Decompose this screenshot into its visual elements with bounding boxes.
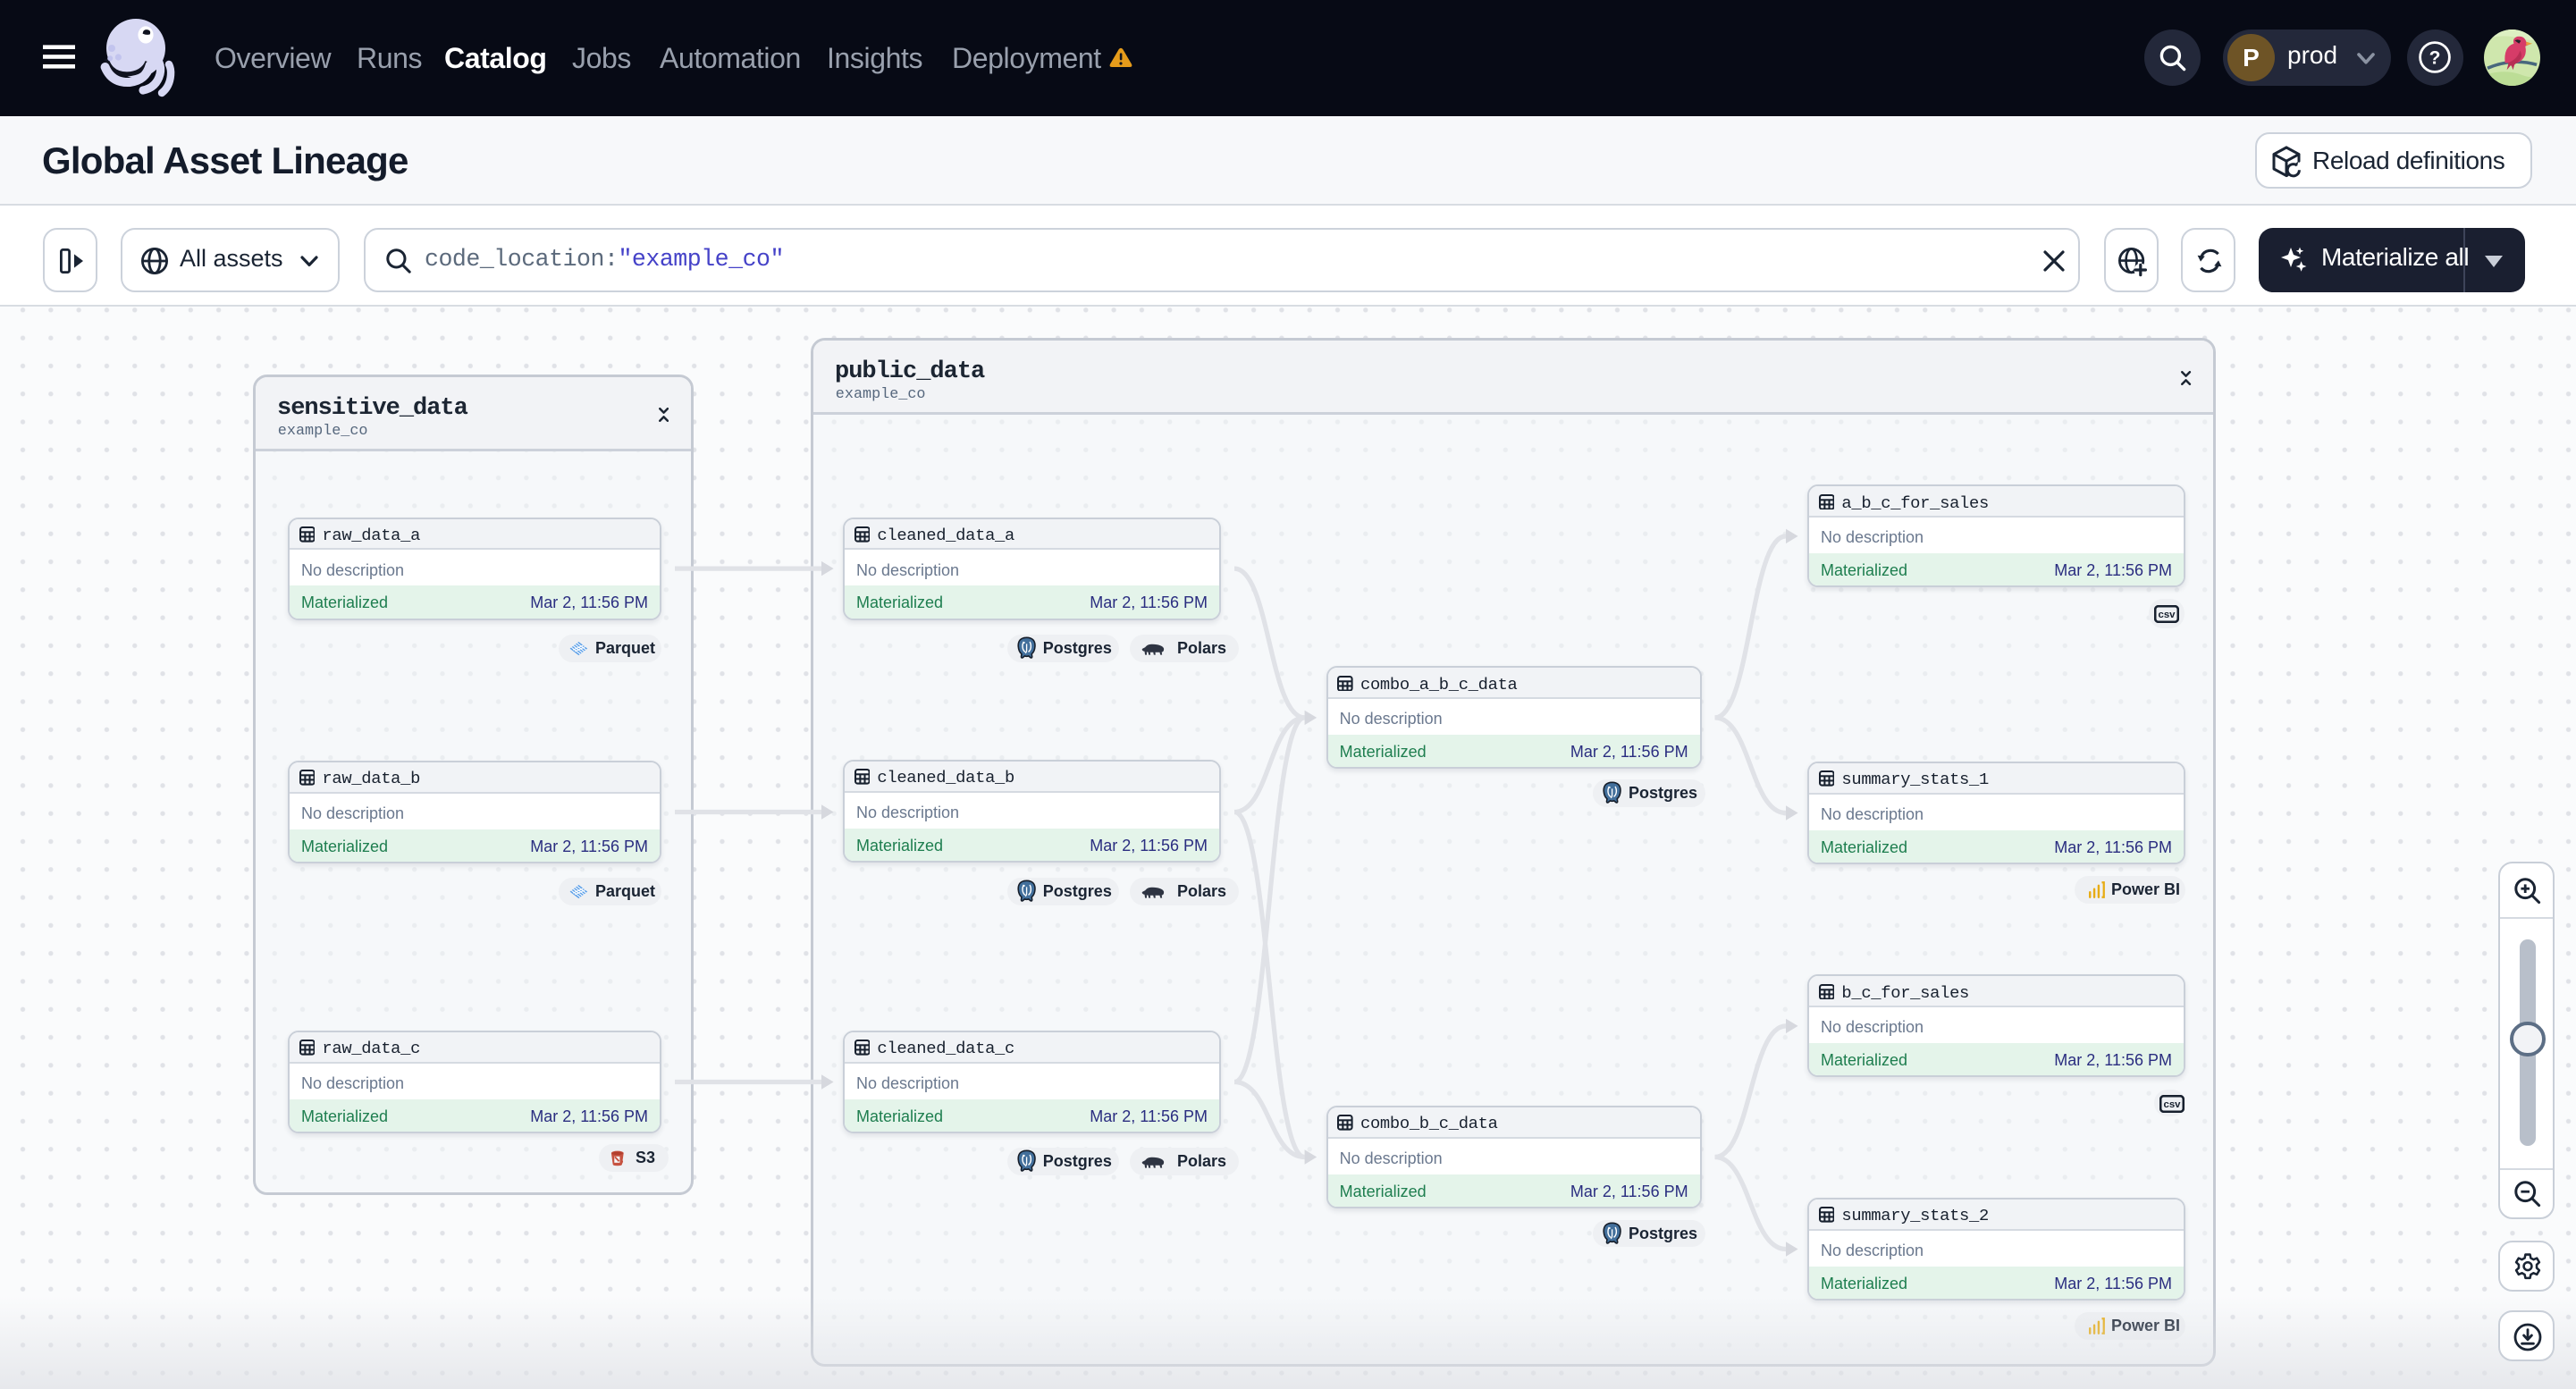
svg-text:csv: csv (2159, 610, 2176, 620)
svg-text:?: ? (2429, 48, 2441, 69)
svg-text:csv: csv (2164, 1099, 2182, 1110)
